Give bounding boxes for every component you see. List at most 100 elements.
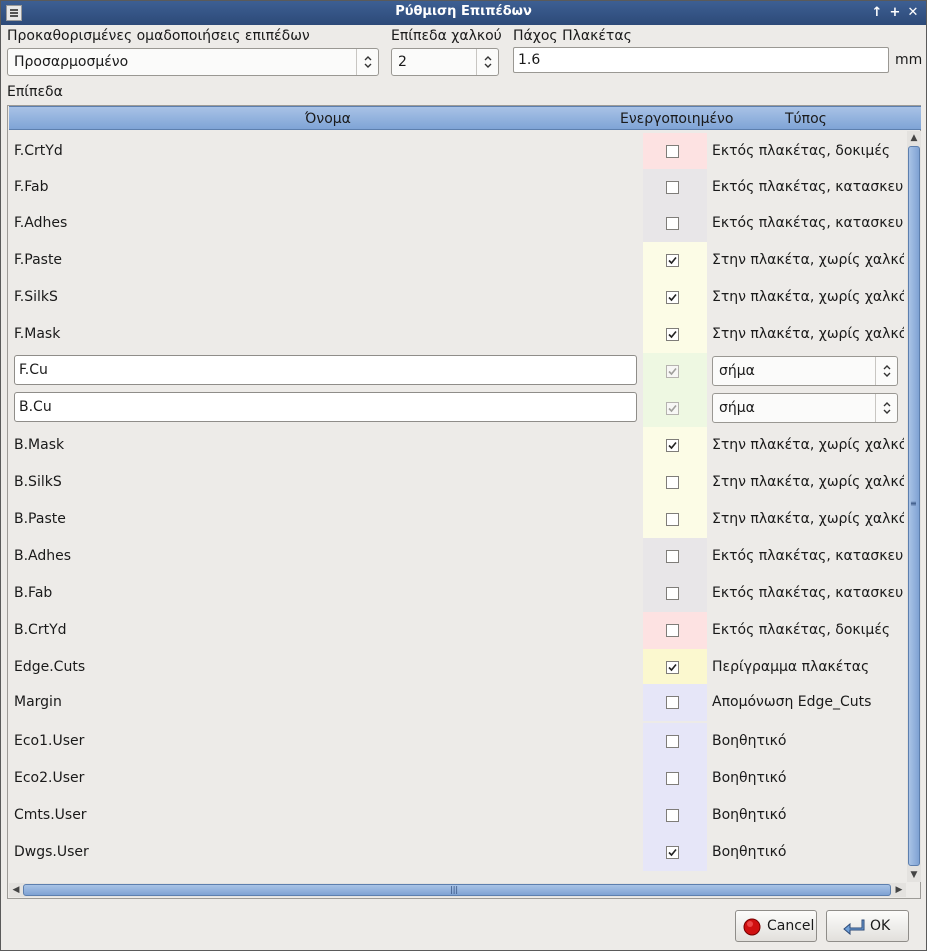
table-row: F.CrtYd Εκτός πλακέτας, δοκιμές: [9, 133, 904, 170]
layer-enabled-checkbox[interactable]: [666, 145, 679, 158]
horizontal-scrollbar[interactable]: ◀ ||| ▶: [9, 883, 906, 897]
layer-type-select[interactable]: σήμα: [712, 356, 898, 386]
layer-name: B.Paste: [14, 511, 66, 527]
scroll-right-icon[interactable]: ▶: [892, 883, 906, 897]
ok-button[interactable]: OK: [826, 910, 909, 942]
table-row: Cmts.User Βοηθητικό: [9, 797, 904, 834]
maximize-icon[interactable]: +: [887, 4, 903, 22]
layer-enabled-checkbox[interactable]: [666, 809, 679, 822]
layer-type: Βοηθητικό: [712, 733, 787, 749]
stop-icon: [743, 918, 761, 936]
header-type[interactable]: Τύπος: [785, 111, 827, 127]
grip-icon: |||: [450, 885, 459, 894]
layer-enabled-checkbox[interactable]: [666, 513, 679, 526]
layer-name: Eco2.User: [14, 770, 85, 786]
layer-type: Στην πλακέτα, χωρίς χαλκό: [712, 474, 904, 490]
layer-type-select[interactable]: σήμα: [712, 393, 898, 423]
layer-enabled-checkbox[interactable]: [666, 181, 679, 194]
layer-type: Εκτός πλακέτας, δοκιμές: [712, 143, 891, 159]
layer-type: Βοηθητικό: [712, 844, 787, 860]
updown-chevron-icon: [356, 49, 378, 75]
table-row: Edge.Cuts Περίγραμμα πλακέτας: [9, 649, 904, 686]
vertical-scrollbar[interactable]: ▲ ≡ ▼: [907, 131, 921, 882]
presets-select[interactable]: Προσαρμοσμένο: [7, 48, 379, 76]
layers-rows: F.CrtYd Εκτός πλακέτας, δοκιμές F.Fab Εκτός…: [9, 131, 904, 881]
table-row: F.Adhes Εκτός πλακέτας, κατασκευή: [9, 205, 904, 242]
table-row: F.SilkS Στην πλακέτα, χωρίς χαλκό: [9, 279, 904, 316]
layer-type: Στην πλακέτα, χωρίς χαλκό: [712, 326, 904, 342]
cancel-label: Cancel: [767, 918, 815, 934]
board-thickness-label: Πάχος Πλακέτας: [513, 28, 632, 44]
layer-type: Στην πλακέτα, χωρίς χαλκό: [712, 511, 904, 527]
layer-name: B.SilkS: [14, 474, 62, 490]
layer-enabled-checkbox[interactable]: [666, 328, 679, 341]
table-row: Eco2.User Βοηθητικό: [9, 760, 904, 797]
layer-enabled-checkbox: [666, 402, 679, 415]
table-row: B.Fab Εκτός πλακέτας, κατασκευή: [9, 575, 904, 612]
layer-name: Eco1.User: [14, 733, 85, 749]
header-name[interactable]: Όνομα: [305, 111, 351, 127]
layer-type: Εκτός πλακέτας, κατασκευή: [712, 179, 904, 195]
layer-type: Στην πλακέτα, χωρίς χαλκό: [712, 289, 904, 305]
window-title: Ρύθμιση Επιπέδων: [395, 4, 532, 19]
layer-enabled-checkbox[interactable]: [666, 735, 679, 748]
layers-table: Όνομα Ενεργοποιημένο Τύπος F.CrtYd Εκτός …: [7, 105, 921, 899]
presets-label: Προκαθορισμένες ομαδοποιήσεις επιπέδων: [7, 28, 310, 44]
layer-name: Cmts.User: [14, 807, 87, 823]
layer-enabled-checkbox[interactable]: [666, 439, 679, 452]
layer-enabled-checkbox[interactable]: [666, 476, 679, 489]
updown-chevron-icon: [875, 394, 897, 422]
layer-enabled-checkbox[interactable]: [666, 661, 679, 674]
scroll-down-icon[interactable]: ▼: [907, 868, 921, 882]
table-row: B.Adhes Εκτός πλακέτας, κατασκευή: [9, 538, 904, 575]
layer-name: B.Cu: [19, 399, 52, 415]
layer-type: Εκτός πλακέτας, κατασκευή: [712, 215, 904, 231]
layer-name: F.Adhes: [14, 215, 68, 231]
scroll-up-icon[interactable]: ▲: [907, 131, 921, 145]
updown-chevron-icon: [476, 49, 498, 75]
table-row: F.Cu σήμα: [9, 353, 904, 390]
layer-name: F.SilkS: [14, 289, 58, 305]
table-row: B.Paste Στην πλακέτα, χωρίς χαλκό: [9, 501, 904, 538]
enter-arrow-icon: [843, 919, 865, 936]
layer-enabled-checkbox[interactable]: [666, 550, 679, 563]
layer-type-value: σήμα: [719, 363, 755, 379]
layer-name-input[interactable]: F.Cu: [14, 355, 637, 385]
layer-type: Εκτός πλακέτας, κατασκευή: [712, 585, 904, 601]
layer-enabled-checkbox[interactable]: [666, 291, 679, 304]
layer-name: Edge.Cuts: [14, 659, 86, 675]
layer-name: B.Mask: [14, 437, 65, 453]
table-row: F.Paste Στην πλακέτα, χωρίς χαλκό: [9, 242, 904, 279]
layer-enabled-checkbox[interactable]: [666, 696, 679, 709]
layer-enabled-checkbox[interactable]: [666, 624, 679, 637]
layer-type: Βοηθητικό: [712, 807, 787, 823]
layer-enabled-checkbox[interactable]: [666, 772, 679, 785]
layer-type: Απομόνωση Edge_Cuts: [712, 694, 872, 710]
close-icon[interactable]: ✕: [905, 4, 921, 22]
layer-type: Περίγραμμα πλακέτας: [712, 659, 870, 675]
layer-enabled-checkbox[interactable]: [666, 587, 679, 600]
layer-name: B.Adhes: [14, 548, 72, 564]
scroll-left-icon[interactable]: ◀: [9, 883, 23, 897]
header-enabled[interactable]: Ενεργοποιημένο: [620, 111, 733, 127]
table-row: B.CrtYd Εκτός πλακέτας, δοκιμές: [9, 612, 904, 649]
copper-layers-select[interactable]: 2: [391, 48, 499, 76]
pin-icon[interactable]: ↑: [869, 4, 885, 22]
table-row: B.Mask Στην πλακέτα, χωρίς χαλκό: [9, 427, 904, 464]
layer-enabled-checkbox[interactable]: [666, 217, 679, 230]
table-row: Margin Απομόνωση Edge_Cuts: [9, 684, 904, 721]
table-row: Dwgs.User Βοηθητικό: [9, 834, 904, 871]
titlebar[interactable]: Ρύθμιση Επιπέδων ↑ + ✕: [1, 1, 926, 25]
board-thickness-input[interactable]: 1.6: [513, 47, 889, 73]
updown-chevron-icon: [875, 357, 897, 385]
layer-type: Στην πλακέτα, χωρίς χαλκό: [712, 437, 904, 453]
layer-enabled-checkbox[interactable]: [666, 846, 679, 859]
layer-enabled-checkbox: [666, 365, 679, 378]
copper-layers-label: Επίπεδα χαλκού: [391, 28, 502, 44]
layer-enabled-checkbox[interactable]: [666, 254, 679, 267]
layer-name-input[interactable]: B.Cu: [14, 392, 637, 422]
cancel-button[interactable]: Cancel: [735, 910, 817, 942]
layer-type: Εκτός πλακέτας, κατασκευή: [712, 548, 904, 564]
table-row: F.Fab Εκτός πλακέτας, κατασκευή: [9, 169, 904, 206]
layer-name: B.CrtYd: [14, 622, 67, 638]
